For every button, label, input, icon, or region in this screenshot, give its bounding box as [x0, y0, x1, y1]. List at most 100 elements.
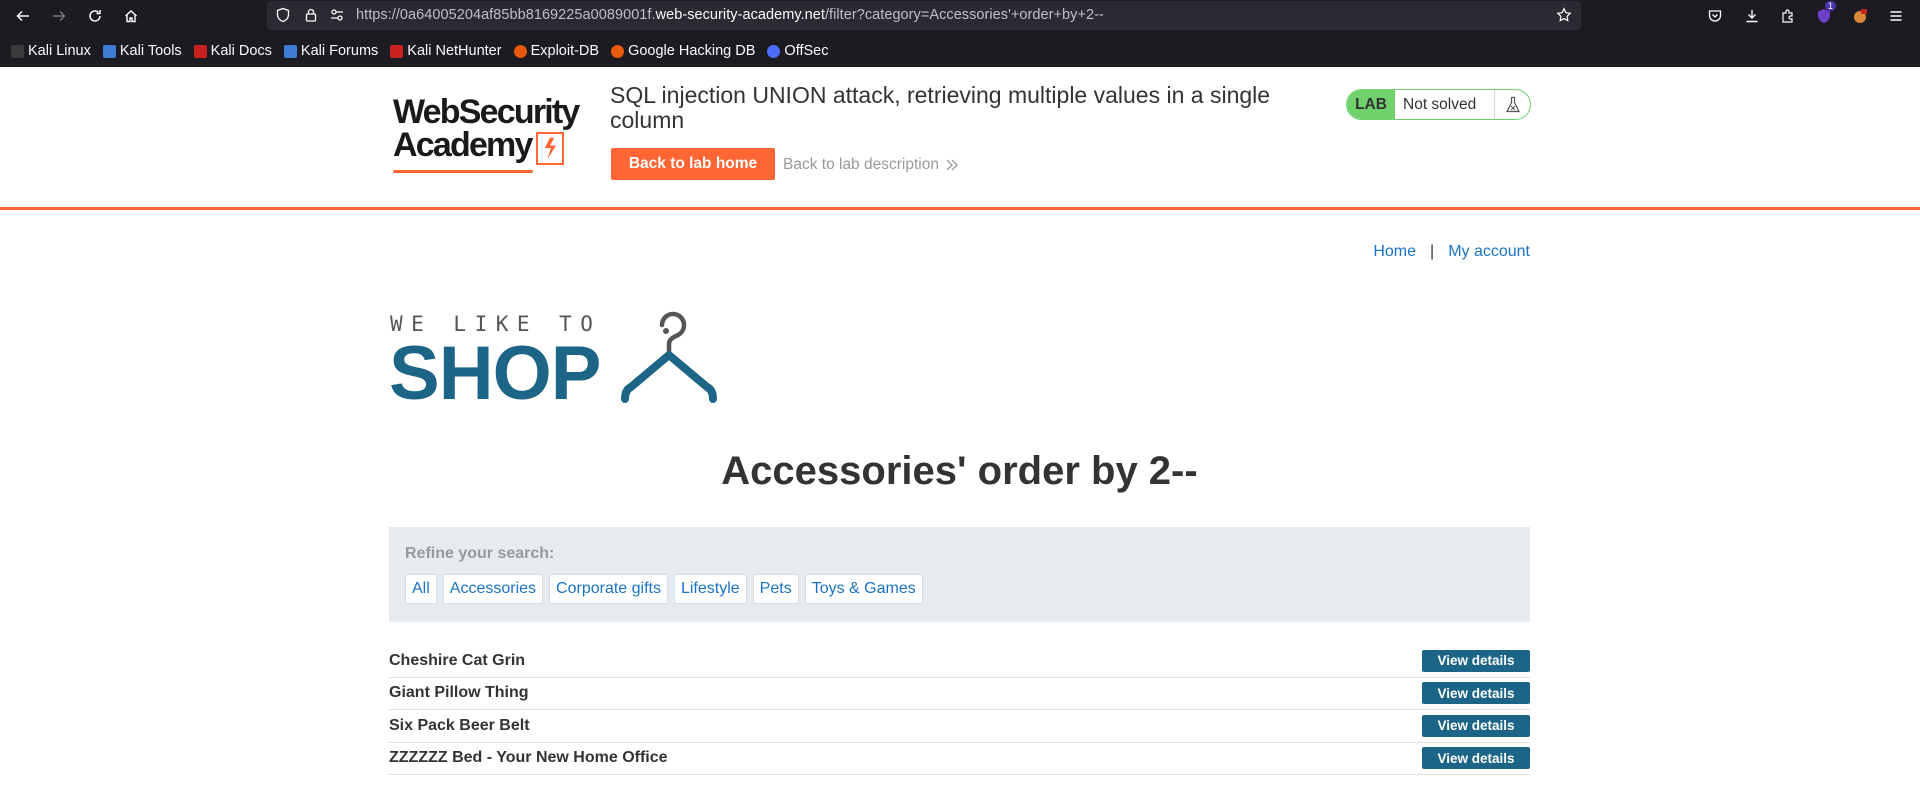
profile-extension-button[interactable]	[1848, 4, 1872, 28]
product-name: Six Pack Beer Belt	[389, 716, 530, 734]
browser-toolbar: https://0a64005204af85bb8169225a0089001f…	[0, 0, 1920, 67]
extensions-button[interactable]	[1776, 4, 1800, 28]
kali-forums-icon	[283, 44, 297, 58]
lab-title: SQL injection UNION attack, retrieving m…	[610, 82, 1271, 133]
product-name: Cheshire Cat Grin	[389, 651, 526, 669]
bookmark-label: Exploit-DB	[530, 43, 600, 59]
kali-dragon-icon	[11, 44, 24, 58]
table-row: Giant Pillow Thing View details	[389, 678, 1530, 710]
forward-button[interactable]	[47, 4, 71, 28]
filter-accessories[interactable]: Accessories	[442, 574, 544, 604]
shield-icon[interactable]	[275, 7, 291, 23]
lab-badge: LAB	[1347, 90, 1395, 119]
arrow-right-icon	[53, 10, 66, 22]
filter-lifestyle[interactable]: Lifestyle	[673, 574, 747, 604]
bookmark-label: Google Hacking DB	[628, 43, 756, 59]
bookmark-kali-nethunter[interactable]: Kali NetHunter	[390, 43, 502, 59]
kali-docs-icon	[193, 44, 207, 58]
bookmark-label: OffSec	[784, 43, 829, 59]
extension-badge-button[interactable]: 1	[1812, 1, 1836, 28]
web-security-academy-logo[interactable]: WebSecurity Academy	[393, 87, 580, 173]
puzzle-icon	[1782, 9, 1793, 23]
bookmark-exploit-db[interactable]: Exploit-DB	[513, 43, 600, 59]
arrow-left-icon	[16, 10, 29, 22]
bookmark-star-icon[interactable]	[1556, 7, 1572, 23]
ghdb-icon	[611, 44, 625, 58]
bookmarks-bar: Kali Linux Kali Tools Kali Docs Kali For…	[0, 36, 1920, 66]
back-to-lab-home-button[interactable]: Back to lab home	[611, 148, 775, 180]
kali-tools-icon	[102, 44, 116, 58]
table-row: Cheshire Cat Grin View details	[389, 645, 1530, 678]
bookmark-google-hacking-db[interactable]: Google Hacking DB	[611, 43, 755, 59]
view-details-button[interactable]: View details	[1422, 714, 1530, 737]
cookie-extension-icon	[1854, 9, 1867, 23]
table-row: ZZZZZZ Bed - Your New Home Office View d…	[389, 743, 1530, 775]
product-table: Cheshire Cat Grin View details Giant Pil…	[389, 645, 1530, 775]
product-name: ZZZZZZ Bed - Your New Home Office	[389, 749, 668, 767]
logo-line-1: WebSecurity	[393, 93, 580, 131]
url-prefix: https://0a64005204af85bb8169225a0089001f…	[356, 7, 656, 23]
exploit-db-icon	[513, 44, 527, 58]
double-chevron-right-icon	[946, 159, 958, 171]
kali-nethunter-icon	[390, 44, 404, 58]
refine-search-label: Refine your search:	[405, 545, 555, 562]
logo-line-2: Academy	[393, 126, 533, 164]
bookmark-kali-tools[interactable]: Kali Tools	[102, 43, 182, 59]
permissions-icon[interactable]	[329, 7, 345, 23]
url-path: /filter?category=Accessories'+order+by+2…	[824, 7, 1104, 23]
hamburger-menu-icon	[1890, 11, 1902, 21]
we-like-to-shop-logo: WE LIKE TO SHOP	[389, 309, 749, 412]
view-details-button[interactable]: View details	[1422, 747, 1530, 770]
downloads-button[interactable]	[1740, 4, 1764, 28]
extension-badge-count: 1	[1824, 1, 1836, 11]
download-icon	[1746, 10, 1758, 23]
url-host: web-security-academy.net	[655, 7, 825, 23]
product-name: Giant Pillow Thing	[389, 684, 529, 702]
table-row: Six Pack Beer Belt View details	[389, 710, 1530, 743]
url-bar[interactable]: https://0a64005204af85bb8169225a0089001f…	[267, 1, 1581, 30]
bookmark-kali-forums[interactable]: Kali Forums	[283, 43, 379, 59]
reload-button[interactable]	[83, 4, 107, 28]
flask-icon	[1505, 96, 1520, 112]
offsec-icon	[767, 44, 781, 58]
back-to-lab-description-label: Back to lab description	[783, 156, 939, 173]
filter-all[interactable]: All	[405, 574, 437, 604]
my-account-link[interactable]: My account	[1448, 243, 1530, 261]
home-link[interactable]: Home	[1373, 243, 1416, 261]
pocket-icon	[1708, 10, 1722, 22]
flask-button[interactable]	[1494, 90, 1530, 119]
filter-corporate-gifts[interactable]: Corporate gifts	[549, 574, 668, 604]
home-button[interactable]	[119, 4, 143, 28]
lab-status-text: Not solved	[1403, 95, 1477, 113]
back-to-lab-description-link[interactable]: Back to lab description	[783, 156, 959, 174]
account-nav: Home | My account	[1373, 243, 1530, 261]
lock-icon[interactable]	[303, 7, 319, 23]
bookmark-offsec[interactable]: OffSec	[767, 43, 828, 59]
home-icon	[125, 10, 137, 23]
filter-pets[interactable]: Pets	[752, 574, 799, 604]
back-button[interactable]	[11, 4, 35, 28]
bookmark-kali-docs[interactable]: Kali Docs	[193, 43, 272, 59]
nav-separator: |	[1430, 243, 1435, 260]
hanger-icon	[621, 311, 717, 403]
category-filters: All Accessories Corporate gifts Lifestyl…	[405, 574, 1514, 604]
lightning-bolt-icon	[536, 132, 564, 165]
bookmark-label: Kali Linux	[28, 43, 91, 59]
bookmark-label: Kali Forums	[300, 43, 379, 59]
bookmark-label: Kali Docs	[210, 43, 272, 59]
lab-status-widget: LAB Not solved	[1346, 89, 1531, 120]
lab-header: WebSecurity Academy SQL injection UNION …	[0, 67, 1920, 210]
url-text[interactable]: https://0a64005204af85bb8169225a0089001f…	[356, 7, 1104, 23]
pocket-button[interactable]	[1703, 4, 1727, 28]
refine-search-panel: Refine your search: All Accessories Corp…	[389, 527, 1530, 622]
bookmark-kali-linux[interactable]: Kali Linux	[11, 43, 91, 59]
bookmark-label: Kali NetHunter	[407, 43, 502, 59]
shop-logo-word: SHOP	[389, 331, 601, 416]
view-details-button[interactable]: View details	[1422, 649, 1530, 672]
logo-underline	[393, 170, 533, 173]
view-details-button[interactable]: View details	[1422, 682, 1530, 705]
page-heading: Accessories' order by 2--	[721, 449, 1198, 493]
reload-icon	[89, 10, 101, 22]
filter-toys-and-games[interactable]: Toys & Games	[804, 574, 923, 604]
menu-button[interactable]	[1884, 4, 1908, 28]
